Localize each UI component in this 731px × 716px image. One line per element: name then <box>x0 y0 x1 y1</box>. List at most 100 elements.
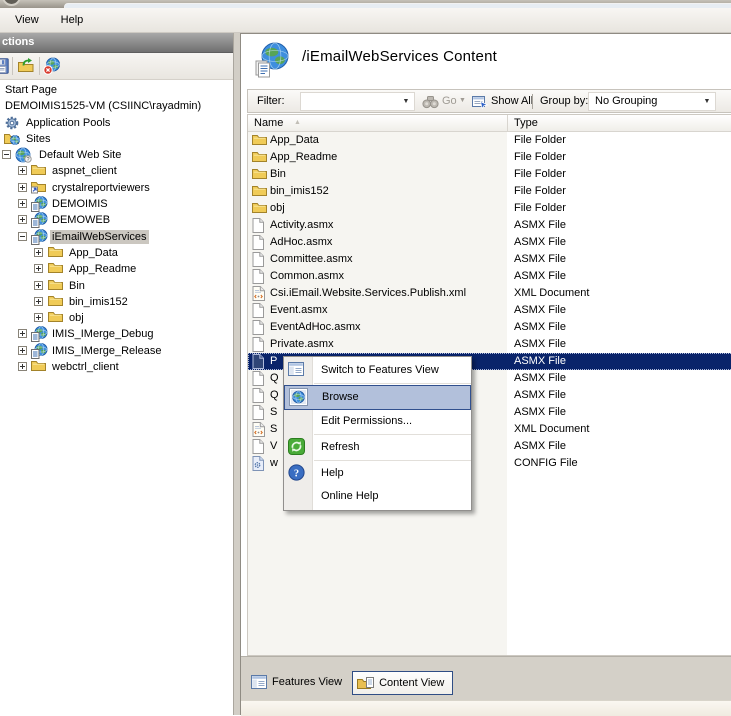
table-row[interactable]: Csi.iEmail.Website.Services.Publish.xmlX… <box>248 285 731 302</box>
file-name: bin_imis152 <box>270 185 329 197</box>
table-row[interactable]: Private.asmxASMX File <box>248 336 731 353</box>
expand-icon[interactable] <box>34 248 43 257</box>
chevron-down-icon[interactable]: ▼ <box>700 94 714 109</box>
table-row[interactable]: Activity.asmxASMX File <box>248 217 731 234</box>
tree-item-crystalreportviewers[interactable]: crystalreportviewers <box>0 180 233 196</box>
file-name: App_Data <box>270 134 319 146</box>
refresh-icon <box>288 438 305 455</box>
folder-icon <box>252 133 267 146</box>
table-row[interactable]: App_ReadmeFile Folder <box>248 149 731 166</box>
expand-icon[interactable] <box>18 199 27 208</box>
tree-item-label: Start Page <box>3 83 59 97</box>
file-name: obj <box>270 202 285 214</box>
table-row[interactable]: Committee.asmxASMX File <box>248 251 731 268</box>
column-header-type[interactable]: Type <box>514 117 538 129</box>
tab-content-view[interactable]: Content View <box>352 671 453 695</box>
app-icon <box>31 212 48 228</box>
expand-icon[interactable] <box>18 166 27 175</box>
folder-icon <box>31 359 48 375</box>
table-row[interactable]: Event.asmxASMX File <box>248 302 731 319</box>
tree-item-application-pools[interactable]: Application Pools <box>0 115 233 131</box>
expand-icon[interactable] <box>18 346 27 355</box>
file-type: ASMX File <box>514 304 566 316</box>
collapse-icon[interactable] <box>2 150 11 159</box>
tree-item-label: obj <box>67 311 86 325</box>
expand-icon[interactable] <box>34 281 43 290</box>
filter-label: Filter: <box>257 95 285 107</box>
tree-item-start-page[interactable]: Start Page <box>0 82 233 98</box>
table-row[interactable]: Common.asmxASMX File <box>248 268 731 285</box>
disconnect-icon[interactable] <box>43 57 62 75</box>
show-all-icon[interactable] <box>472 94 489 110</box>
filter-combobox[interactable]: ▼ <box>300 92 415 111</box>
menu-help[interactable]: Help <box>50 8 95 32</box>
table-row[interactable]: objFile Folder <box>248 200 731 217</box>
tree-item-label: iEmailWebServices <box>50 230 149 244</box>
panel-splitter[interactable] <box>233 33 240 715</box>
tree-item-bin[interactable]: Bin <box>0 278 233 294</box>
app-icon <box>31 326 48 342</box>
table-row[interactable]: App_DataFile Folder <box>248 132 731 149</box>
column-divider[interactable] <box>507 115 508 132</box>
sort-ascending-icon: ▲ <box>294 119 301 126</box>
create-connection-icon[interactable] <box>17 57 35 74</box>
expand-icon[interactable] <box>18 183 27 192</box>
menu-item-online-help[interactable]: Online Help <box>284 485 471 508</box>
show-all-button[interactable]: Show All <box>491 95 533 107</box>
file-name: w <box>270 457 278 469</box>
collapse-icon[interactable] <box>18 232 27 241</box>
tree-item-aspnet-client[interactable]: aspnet_client <box>0 163 233 179</box>
expand-icon[interactable] <box>34 297 43 306</box>
table-row[interactable]: bin_imis152File Folder <box>248 183 731 200</box>
expand-icon[interactable] <box>18 215 27 224</box>
tree-item-default-web-site[interactable]: ?Default Web Site <box>0 147 233 163</box>
tree-item-app-readme[interactable]: App_Readme <box>0 261 233 277</box>
tab-label: Content View <box>379 677 444 689</box>
expand-icon[interactable] <box>34 264 43 273</box>
filter-input[interactable] <box>303 94 397 109</box>
expand-icon[interactable] <box>34 313 43 322</box>
globe-q-icon: ? <box>15 147 32 163</box>
go-search-icon[interactable] <box>422 94 439 109</box>
menu-item-switch-to-features-view[interactable]: Switch to Features View <box>284 359 471 382</box>
expand-icon[interactable] <box>18 362 27 371</box>
file-name: Private.asmx <box>270 338 334 350</box>
file-name: AdHoc.asmx <box>270 236 332 248</box>
tree-item-obj[interactable]: obj <box>0 310 233 326</box>
site-icon <box>252 41 292 81</box>
menu-item-browse[interactable]: Browse <box>284 385 471 410</box>
menu-item-edit-permissions[interactable]: Edit Permissions... <box>284 410 471 433</box>
back-button-icon[interactable] <box>2 0 21 6</box>
tree-item-demoimis[interactable]: DEMOIMIS <box>0 196 233 212</box>
chevron-down-icon[interactable]: ▼ <box>399 94 413 109</box>
tree-item-bin-imis152[interactable]: bin_imis152 <box>0 294 233 310</box>
tree-item-iemailwebservices[interactable]: iEmailWebServices <box>0 229 233 245</box>
save-icon[interactable] <box>0 58 9 74</box>
table-row[interactable]: AdHoc.asmxASMX File <box>248 234 731 251</box>
tree-item-demoweb[interactable]: DEMOWEB <box>0 212 233 228</box>
tree-item-imis-imerge-debug[interactable]: IMIS_IMerge_Debug <box>0 326 233 342</box>
tree-item-demoimis1525-vm-csiinc-rayadmin[interactable]: DEMOIMIS1525-VM (CSIINC\rayadmin) <box>0 98 233 114</box>
file-name: Q <box>270 372 279 384</box>
menu-item-refresh[interactable]: Refresh <box>284 436 471 459</box>
folder-icon <box>48 294 65 310</box>
tree-item-sites[interactable]: Sites <box>0 131 233 147</box>
table-row[interactable]: BinFile Folder <box>248 166 731 183</box>
file-type: File Folder <box>514 151 566 163</box>
content-view-icon <box>357 675 375 691</box>
menu-item-help[interactable]: ?Help <box>284 462 471 485</box>
features-view-icon <box>251 674 268 690</box>
go-button[interactable]: Go <box>442 95 457 107</box>
go-options-chevron-icon[interactable]: ▼ <box>459 97 466 104</box>
menu-view[interactable]: View <box>4 8 50 32</box>
file-name: EventAdHoc.asmx <box>270 321 360 333</box>
table-row[interactable]: EventAdHoc.asmxASMX File <box>248 319 731 336</box>
column-header-name[interactable]: Name <box>254 117 283 129</box>
expand-icon[interactable] <box>18 329 27 338</box>
tree-item-app-data[interactable]: App_Data <box>0 245 233 261</box>
tab-features-view[interactable]: Features View <box>249 671 348 693</box>
tree-item-imis-imerge-release[interactable]: IMIS_IMerge_Release <box>0 343 233 359</box>
view-tabs: Features View Content View <box>249 671 457 699</box>
group-by-combobox[interactable]: No Grouping ▼ <box>588 92 716 111</box>
tree-item-webctrl-client[interactable]: webctrl_client <box>0 359 233 375</box>
